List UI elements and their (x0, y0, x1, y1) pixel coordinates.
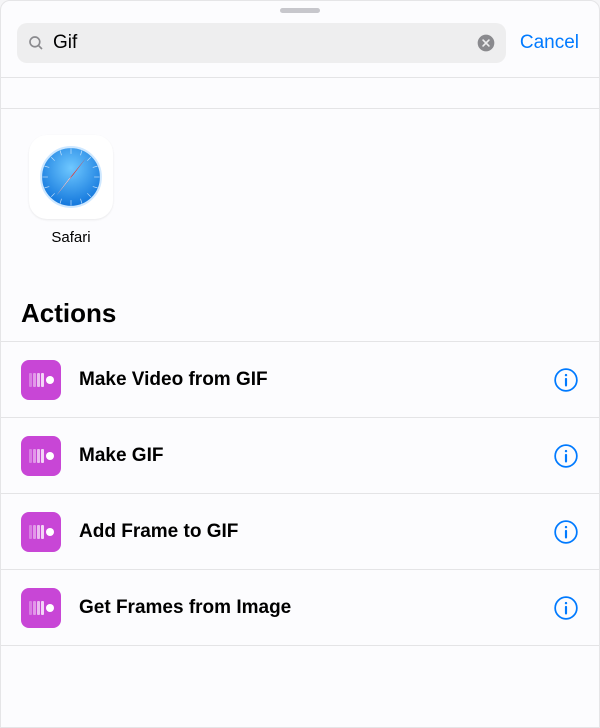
info-icon[interactable] (553, 367, 579, 393)
divider (1, 77, 599, 78)
safari-icon (29, 135, 113, 219)
app-label: Safari (51, 229, 90, 246)
action-title: Add Frame to GIF (61, 521, 553, 543)
cancel-button[interactable]: Cancel (520, 32, 583, 54)
gif-action-icon (21, 588, 61, 628)
action-title: Make Video from GIF (61, 369, 553, 391)
gif-action-icon (21, 436, 61, 476)
clear-icon[interactable] (476, 33, 496, 53)
sheet-grabber[interactable] (280, 8, 320, 13)
action-row[interactable]: Add Frame to GIF (1, 494, 599, 570)
search-input[interactable] (45, 32, 476, 54)
info-icon[interactable] (553, 595, 579, 621)
action-row[interactable]: Make GIF (1, 418, 599, 494)
apps-section: Safari (1, 108, 599, 246)
info-icon[interactable] (553, 443, 579, 469)
action-title: Get Frames from Image (61, 597, 553, 619)
gif-action-icon (21, 512, 61, 552)
action-row[interactable]: Get Frames from Image (1, 570, 599, 646)
gif-action-icon (21, 360, 61, 400)
info-icon[interactable] (553, 519, 579, 545)
actions-heading: Actions (1, 298, 599, 329)
search-icon (27, 34, 45, 52)
action-row[interactable]: Make Video from GIF (1, 342, 599, 418)
actions-list: Make Video from GIF Make GIF Add Frame (1, 341, 599, 646)
action-search-sheet: Cancel (0, 0, 600, 728)
search-field[interactable] (17, 23, 506, 63)
app-tile-safari[interactable]: Safari (29, 135, 113, 246)
action-title: Make GIF (61, 445, 553, 467)
